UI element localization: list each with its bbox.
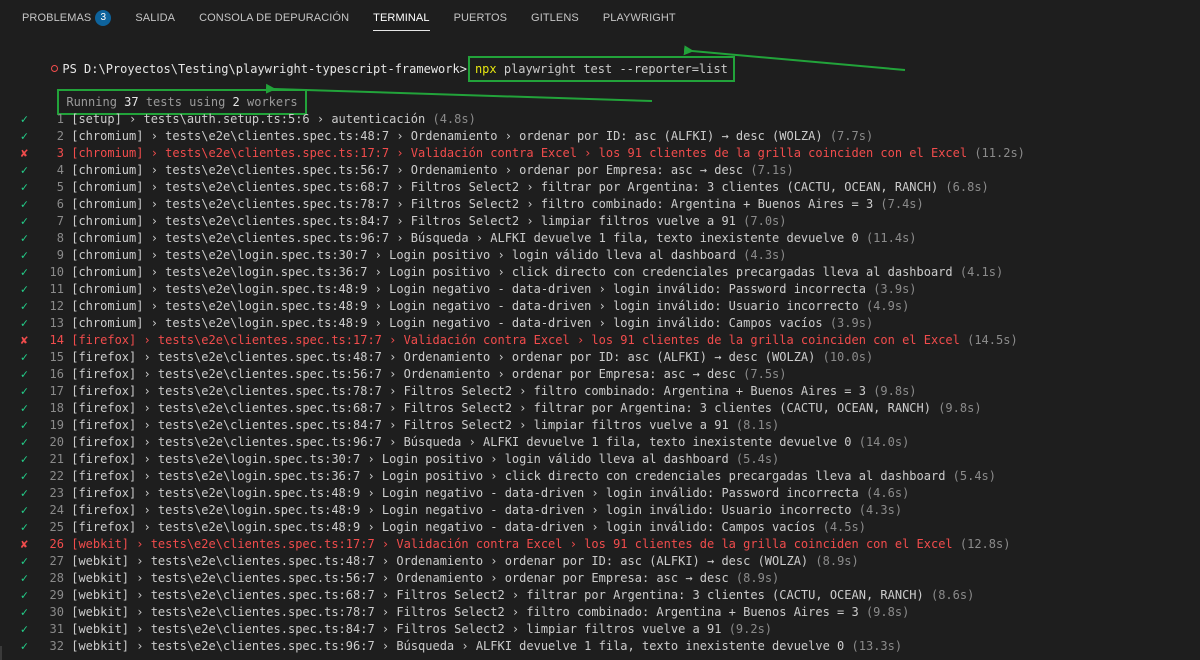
scroll-indicator <box>0 646 2 660</box>
annotation-arrows <box>265 45 906 102</box>
arrow-to-summary-icon <box>265 83 653 102</box>
arrow-to-command-icon <box>683 45 906 71</box>
terminal-panel: PROBLEMAS 3 SALIDA CONSOLA DE DEPURACIÓN… <box>0 0 1200 660</box>
